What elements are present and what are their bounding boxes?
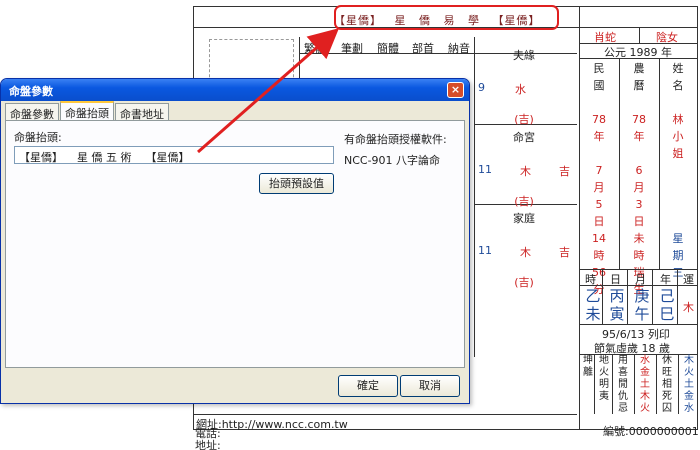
pointer-arrow [197, 28, 340, 154]
